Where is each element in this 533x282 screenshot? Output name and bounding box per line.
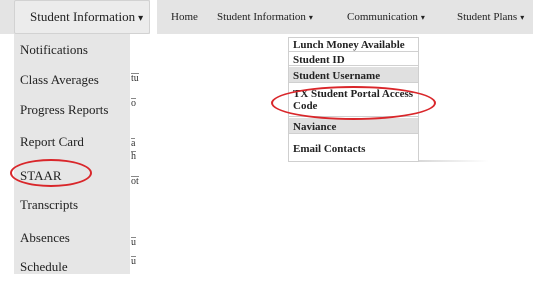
menu-item-class-averages[interactable]: Class Averages (14, 65, 130, 95)
menu-item-notifications[interactable]: Notifications (14, 35, 130, 65)
background-text-fragment: u (131, 237, 136, 248)
background-page-strip: tu o a h ot u u (130, 34, 150, 274)
chevron-down-icon: ▾ (138, 13, 144, 24)
menu-item-student-id[interactable]: Student ID (289, 53, 418, 66)
background-text-fragment: h (131, 151, 136, 162)
portal-access-code-highlight-circle (271, 86, 436, 120)
top-navigation-bar: Home Student Information ▾ Communication ▾… (157, 0, 533, 34)
background-text-fragment: ot (131, 176, 139, 187)
student-information-dropdown: Notifications Class Averages Progress Re… (14, 34, 130, 274)
menu-item-absences[interactable]: Absences (14, 223, 130, 253)
background-text-fragment: u (131, 256, 136, 267)
menu-item-naviance[interactable]: Naviance (289, 118, 418, 134)
nav-communication-label: Communication (347, 11, 418, 23)
menu-item-lunch-money[interactable]: Lunch Money Available (289, 38, 418, 52)
nav-student-information[interactable]: Student Information ▾ (217, 0, 313, 34)
chevron-down-icon: ▾ (308, 13, 313, 22)
background-text-fragment: tu (131, 73, 139, 84)
nav-home[interactable]: Home (171, 0, 198, 34)
background-text-fragment: a (131, 138, 136, 149)
menu-item-transcripts[interactable]: Transcripts (14, 190, 130, 220)
left-gutter (0, 34, 14, 274)
background-text-fragment: o (131, 98, 136, 109)
menu-item-schedule[interactable]: Schedule (14, 252, 130, 282)
menu-item-student-username[interactable]: Student Username (289, 67, 418, 83)
nav-student-plans[interactable]: Student Plans ▾ (457, 0, 524, 34)
menu-item-progress-reports[interactable]: Progress Reports (14, 95, 130, 125)
chevron-down-icon: ▾ (520, 13, 525, 22)
student-information-menu-button[interactable]: Student Information ▾ (14, 0, 150, 34)
menu-item-report-card[interactable]: Report Card (14, 127, 130, 157)
nav-communication[interactable]: Communication ▾ (347, 0, 425, 34)
student-information-label: Student Information (30, 9, 136, 24)
nav-student-information-label: Student Information (217, 11, 306, 23)
chevron-down-icon: ▾ (420, 13, 425, 22)
nav-student-plans-label: Student Plans (457, 11, 518, 23)
dropdown-shadow (419, 160, 489, 162)
menu-item-email-contacts[interactable]: Email Contacts (289, 135, 418, 161)
staar-highlight-circle (10, 159, 92, 187)
